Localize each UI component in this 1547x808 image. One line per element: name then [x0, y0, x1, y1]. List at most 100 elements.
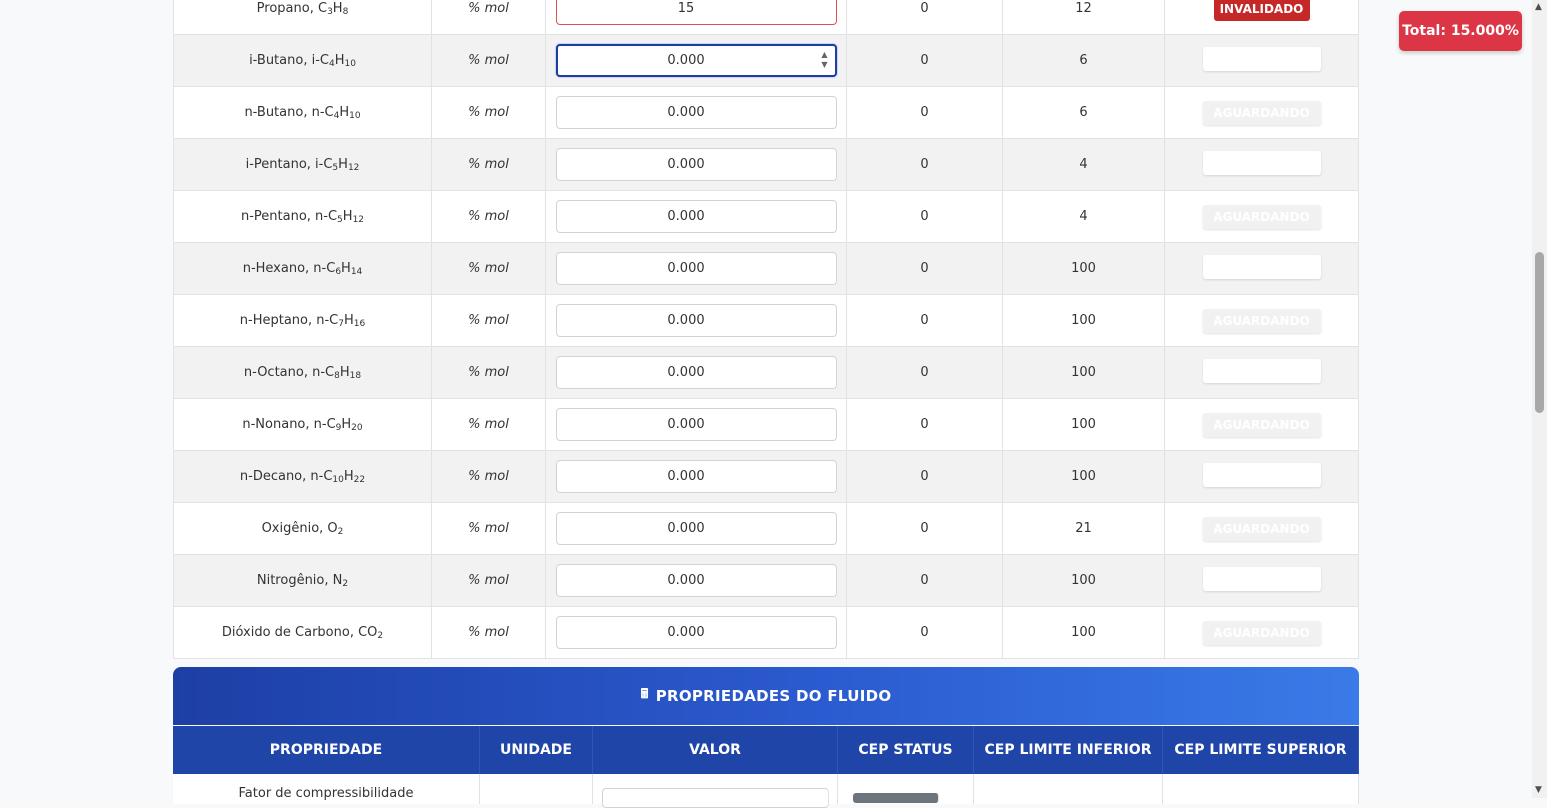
- component-name: n-Decano, n-C10H22: [173, 450, 432, 503]
- component-value-input[interactable]: [555, 616, 837, 649]
- spinner-arrows-icon[interactable]: ▲ ▼: [821, 50, 827, 70]
- status-badge: INVALIDADO: [1213, 0, 1310, 21]
- property-unit: [480, 774, 593, 804]
- header-cep-limite-inferior: CEP LIMITE INFERIOR: [974, 726, 1163, 774]
- component-value-input[interactable]: [555, 252, 837, 285]
- component-row: n-Heptano, n-C7H16% mol 0100 AGUARDANDO: [173, 294, 1359, 347]
- header-propriedade: PROPRIEDADE: [173, 726, 480, 774]
- component-row: Propano, C3H8% mol 012 INVALIDADO: [173, 0, 1359, 35]
- component-row: n-Butano, n-C4H10% mol 06 AGUARDANDO: [173, 86, 1359, 139]
- component-row: n-Hexano, n-C6H14% mol 0100: [173, 242, 1359, 295]
- component-cep-status: INVALIDADO: [1164, 0, 1359, 35]
- status-badge: [1202, 150, 1321, 175]
- component-lower-limit: 0: [846, 294, 1003, 347]
- component-value-cell: [545, 242, 847, 295]
- component-cep-status: [1164, 346, 1359, 399]
- component-value-cell: [545, 294, 847, 347]
- fluid-properties-title: PROPRIEDADES DO FLUIDO: [655, 687, 892, 705]
- header-unidade: UNIDADE: [480, 726, 593, 774]
- component-value-input[interactable]: [555, 148, 837, 181]
- component-name: Propano, C3H8: [173, 0, 432, 35]
- component-value-input[interactable]: [555, 564, 837, 597]
- component-lower-limit: 0: [846, 502, 1003, 555]
- component-row: i-Butano, i-C4H10% mol ▲▼ 06: [173, 34, 1359, 87]
- status-badge: AGUARDANDO: [1202, 516, 1321, 541]
- component-upper-limit: 12: [1002, 0, 1165, 35]
- component-name: n-Heptano, n-C7H16: [173, 294, 432, 347]
- component-upper-limit: 6: [1002, 86, 1165, 139]
- scroll-down-arrow-icon[interactable]: ▼: [1535, 785, 1542, 795]
- component-upper-limit: 100: [1002, 606, 1165, 659]
- component-name: i-Butano, i-C4H10: [173, 34, 432, 87]
- component-unit: % mol: [431, 0, 546, 35]
- component-unit: % mol: [431, 554, 546, 607]
- calculator-icon: 🖩: [640, 687, 649, 702]
- component-value-input[interactable]: [555, 408, 837, 441]
- property-value-input[interactable]: [602, 788, 829, 808]
- status-badge: [1202, 254, 1321, 279]
- component-lower-limit: 0: [846, 86, 1003, 139]
- component-value-cell: [545, 606, 847, 659]
- component-value-cell: [545, 86, 847, 139]
- component-value-input[interactable]: [555, 96, 837, 129]
- component-upper-limit: 4: [1002, 190, 1165, 243]
- property-cep-status: [838, 774, 974, 804]
- composition-table-body: Propano, C3H8% mol012INVALIDADOi-Butano,…: [173, 0, 1359, 659]
- component-lower-limit: 0: [846, 606, 1003, 659]
- header-cep-status: CEP STATUS: [838, 726, 974, 774]
- component-value-input[interactable]: [555, 512, 837, 545]
- component-upper-limit: 100: [1002, 554, 1165, 607]
- component-cep-status: [1164, 138, 1359, 191]
- component-row: i-Pentano, i-C5H12% mol 04: [173, 138, 1359, 191]
- component-cep-status: AGUARDANDO: [1164, 190, 1359, 243]
- component-value-cell: [545, 502, 847, 555]
- component-lower-limit: 0: [846, 138, 1003, 191]
- component-unit: % mol: [431, 450, 546, 503]
- component-upper-limit: 100: [1002, 398, 1165, 451]
- scrollbar-thumb[interactable]: [1535, 252, 1544, 413]
- component-cep-status: [1164, 554, 1359, 607]
- component-lower-limit: 0: [846, 554, 1003, 607]
- component-row: n-Nonano, n-C9H20% mol 0100 AGUARDANDO: [173, 398, 1359, 451]
- component-lower-limit: 0: [846, 34, 1003, 87]
- component-upper-limit: 6: [1002, 34, 1165, 87]
- component-value-input[interactable]: [555, 304, 837, 337]
- component-value-cell: [545, 450, 847, 503]
- component-upper-limit: 21: [1002, 502, 1165, 555]
- component-value-cell: [545, 190, 847, 243]
- component-lower-limit: 0: [846, 0, 1003, 35]
- component-value-input[interactable]: [555, 44, 837, 77]
- component-value-cell: ▲▼: [545, 34, 847, 87]
- component-unit: % mol: [431, 502, 546, 555]
- component-unit: % mol: [431, 242, 546, 295]
- component-unit: % mol: [431, 86, 546, 139]
- component-name: Oxigênio, O2: [173, 502, 432, 555]
- component-cep-status: [1164, 242, 1359, 295]
- component-value-input[interactable]: [555, 356, 837, 389]
- component-value-cell: [545, 554, 847, 607]
- scroll-up-arrow-icon[interactable]: ▲: [1535, 2, 1542, 12]
- property-lower-limit: [974, 774, 1163, 804]
- component-value-input[interactable]: [555, 200, 837, 233]
- component-cep-status: [1164, 34, 1359, 87]
- component-upper-limit: 100: [1002, 450, 1165, 503]
- component-name: Nitrogênio, N2: [173, 554, 432, 607]
- status-badge: AGUARDANDO: [1202, 204, 1321, 229]
- component-value-input[interactable]: [555, 460, 837, 493]
- component-row: Dióxido de Carbono, CO2% mol 0100 AGUARDAN…: [173, 606, 1359, 659]
- component-lower-limit: 0: [846, 242, 1003, 295]
- status-badge: AGUARDANDO: [1202, 412, 1321, 437]
- component-upper-limit: 4: [1002, 138, 1165, 191]
- component-cep-status: AGUARDANDO: [1164, 502, 1359, 555]
- component-value-input[interactable]: [555, 0, 837, 25]
- component-cep-status: AGUARDANDO: [1164, 294, 1359, 347]
- component-unit: % mol: [431, 190, 546, 243]
- page-scrollbar[interactable]: ▲ ▼: [1532, 0, 1547, 798]
- total-badge: Total: 15.000%: [1399, 11, 1522, 51]
- component-unit: % mol: [431, 294, 546, 347]
- component-name: n-Nonano, n-C9H20: [173, 398, 432, 451]
- fluid-properties-table-header: PROPRIEDADE UNIDADE VALOR CEP STATUS CEP…: [173, 726, 1359, 774]
- component-unit: % mol: [431, 138, 546, 191]
- component-row: n-Decano, n-C10H22% mol 0100: [173, 450, 1359, 503]
- component-upper-limit: 100: [1002, 346, 1165, 399]
